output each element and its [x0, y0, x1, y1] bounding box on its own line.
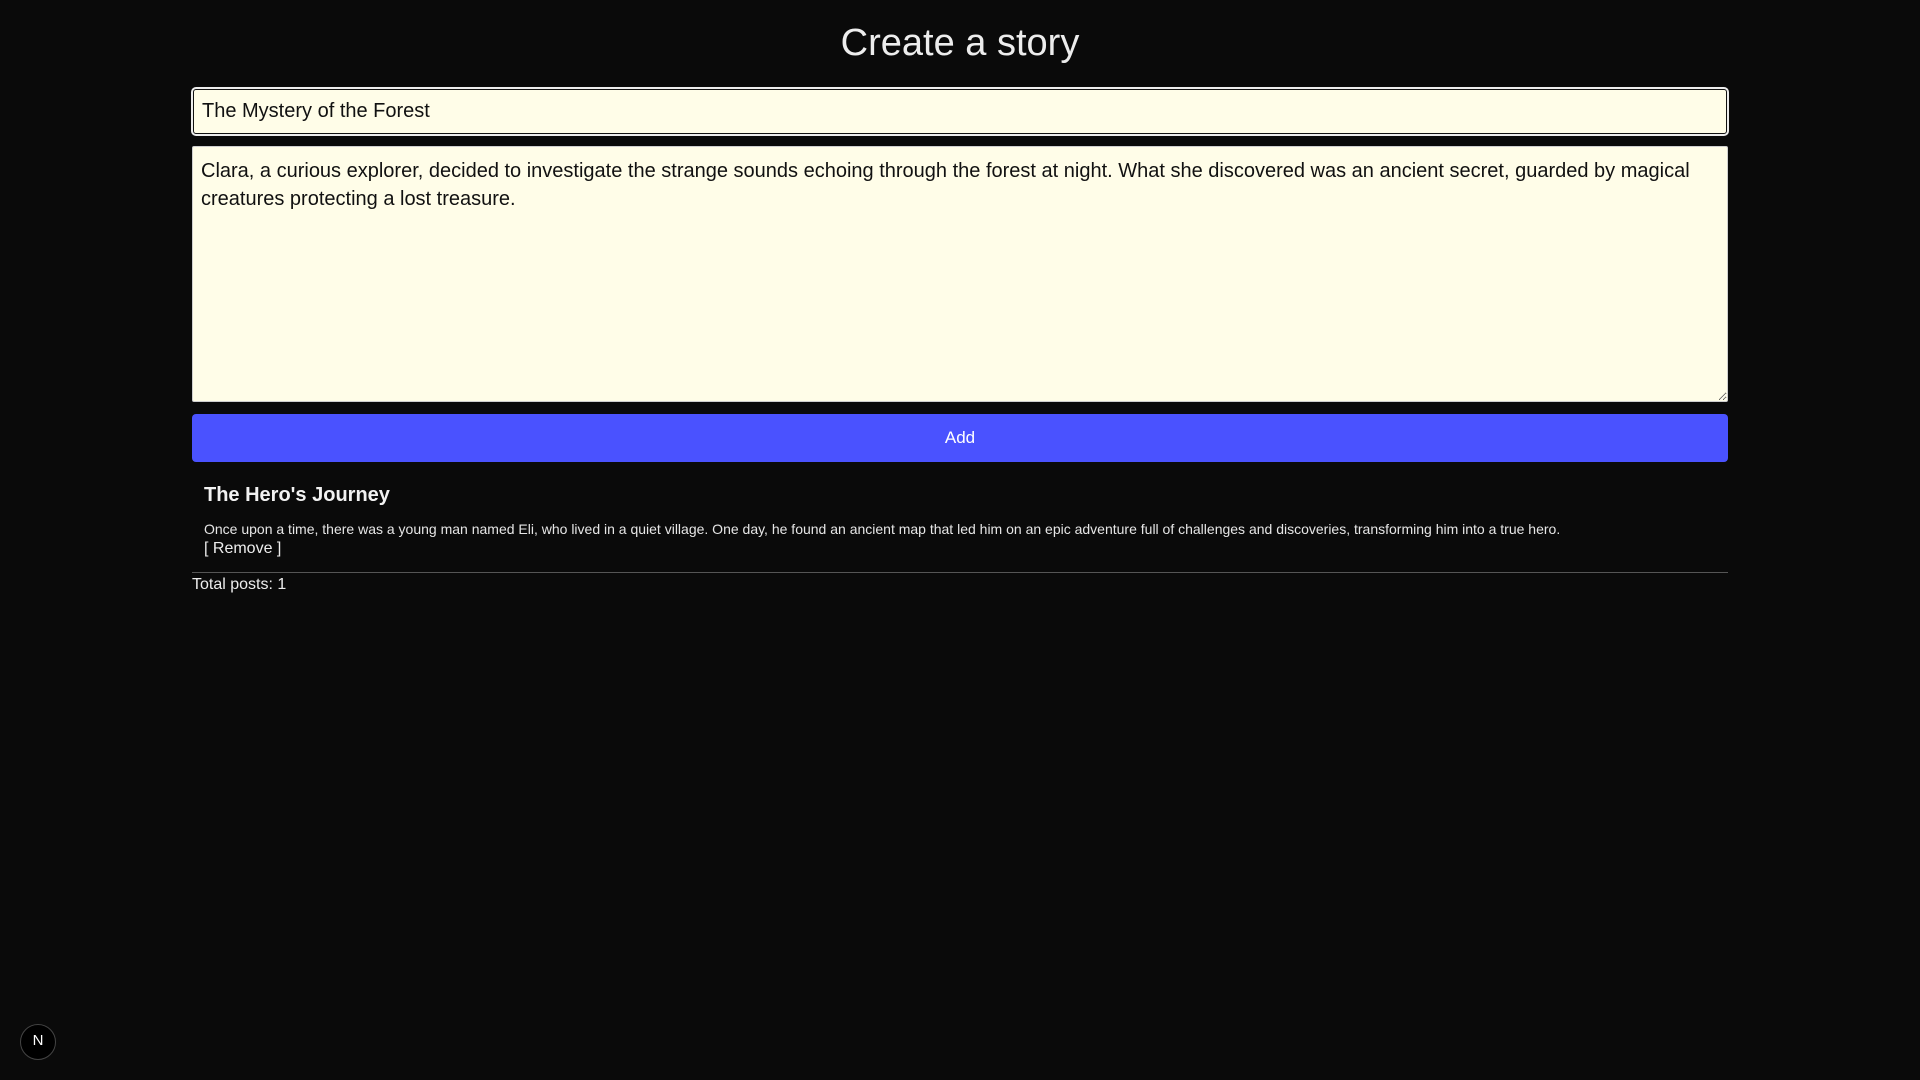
total-posts-count: Total posts: 1	[192, 576, 287, 593]
page: Create a story Clara, a curious explorer…	[0, 0, 1920, 1080]
post-title: The Hero's Journey	[204, 484, 390, 506]
next-logo-icon: N	[28, 1030, 48, 1055]
story-title-input[interactable]	[191, 87, 1729, 136]
remove-post-button[interactable]: [ Remove ]	[204, 540, 281, 558]
post-item: The Hero's Journey Once upon a time, the…	[204, 484, 1716, 558]
divider	[192, 572, 1728, 573]
page-title: Create a story	[840, 22, 1080, 64]
next-dev-badge[interactable]: N	[20, 1024, 56, 1060]
post-list: The Hero's Journey Once upon a time, the…	[192, 484, 1728, 558]
story-container: Create a story Clara, a curious explorer…	[191, 0, 1729, 594]
add-button[interactable]: Add	[192, 414, 1728, 462]
post-body: Once upon a time, there was a young man …	[204, 521, 1561, 537]
story-body-textarea[interactable]: Clara, a curious explorer, decided to in…	[192, 146, 1728, 402]
svg-text:N: N	[33, 1032, 44, 1049]
